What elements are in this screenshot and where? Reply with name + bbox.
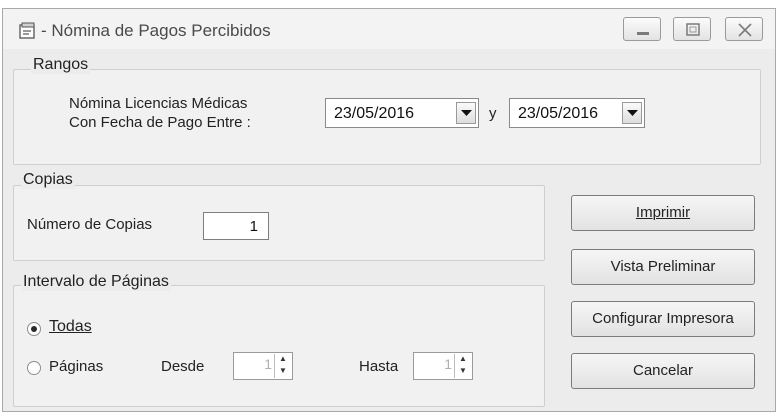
intervalo-group-title: Intervalo de Páginas xyxy=(21,273,171,291)
minimize-button[interactable] xyxy=(623,17,661,41)
radio-paginas-indicator[interactable] xyxy=(27,361,41,375)
configure-printer-button[interactable]: Configurar Impresora xyxy=(571,301,755,337)
date-from-picker[interactable]: 23/05/2016 xyxy=(325,98,479,128)
date-to-dropdown-button[interactable] xyxy=(622,102,642,124)
copias-label: Número de Copias xyxy=(27,216,153,233)
spin-up-icon[interactable]: ▲ xyxy=(275,354,291,366)
date-to-value: 23/05/2016 xyxy=(518,105,599,122)
minimize-icon xyxy=(637,32,649,35)
preview-button[interactable]: Vista Preliminar xyxy=(571,249,755,285)
cancel-button-label: Cancelar xyxy=(632,362,694,379)
title-label: Nómina de Pagos Percibidos xyxy=(51,21,271,40)
cancel-button[interactable]: Cancelar xyxy=(571,353,755,389)
app-icon xyxy=(19,22,37,40)
print-dialog-window: - Nómina de Pagos Percibidos Rangos Nómi… xyxy=(2,8,776,412)
preview-button-label: Vista Preliminar xyxy=(610,258,716,275)
desde-label: Desde xyxy=(161,358,205,375)
copias-group-title: Copias xyxy=(21,171,75,189)
configure-printer-button-label: Configurar Impresora xyxy=(592,310,734,327)
title-prefix: - xyxy=(41,21,47,40)
spin-up-icon[interactable]: ▲ xyxy=(455,354,471,366)
rangos-label-line1: Nómina Licencias Médicas xyxy=(69,95,248,112)
radio-todas-indicator[interactable] xyxy=(27,322,41,336)
chevron-down-icon xyxy=(627,110,638,116)
date-from-dropdown-button[interactable] xyxy=(456,102,476,124)
radio-paginas-label[interactable]: Páginas xyxy=(49,358,103,375)
hasta-spin-buttons[interactable]: ▲ ▼ xyxy=(454,354,471,378)
desde-value: 1 xyxy=(264,356,272,372)
date-from-value: 23/05/2016 xyxy=(334,105,415,122)
maximize-button[interactable] xyxy=(673,17,711,41)
copies-value: 1 xyxy=(249,218,258,235)
desde-spinner[interactable]: 1 ▲ ▼ xyxy=(233,352,293,380)
date-to-picker[interactable]: 23/05/2016 xyxy=(509,98,645,128)
radio-todas-text: Todas xyxy=(49,318,92,335)
rangos-group-title: Rangos xyxy=(31,56,91,74)
print-button-label: Imprimir xyxy=(635,204,691,221)
title-bar[interactable]: - Nómina de Pagos Percibidos xyxy=(3,9,775,49)
close-icon xyxy=(738,23,752,37)
window-title: - Nómina de Pagos Percibidos xyxy=(41,21,271,41)
rangos-label-line2: Con Fecha de Pago Entre : xyxy=(69,114,251,131)
date-connector: y xyxy=(489,105,497,122)
hasta-value: 1 xyxy=(444,356,452,372)
desde-spin-buttons[interactable]: ▲ ▼ xyxy=(274,354,291,378)
close-button[interactable] xyxy=(725,17,763,41)
hasta-spinner[interactable]: 1 ▲ ▼ xyxy=(413,352,473,380)
copies-input[interactable]: 1 xyxy=(203,212,269,240)
maximize-icon xyxy=(686,23,700,36)
hasta-label: Hasta xyxy=(359,358,399,375)
intervalo-group xyxy=(13,285,545,407)
spin-down-icon[interactable]: ▼ xyxy=(455,366,471,378)
print-button[interactable]: Imprimir xyxy=(571,195,755,231)
radio-todas-label[interactable]: Todas xyxy=(49,318,92,336)
spin-down-icon[interactable]: ▼ xyxy=(275,366,291,378)
chevron-down-icon xyxy=(461,110,472,116)
